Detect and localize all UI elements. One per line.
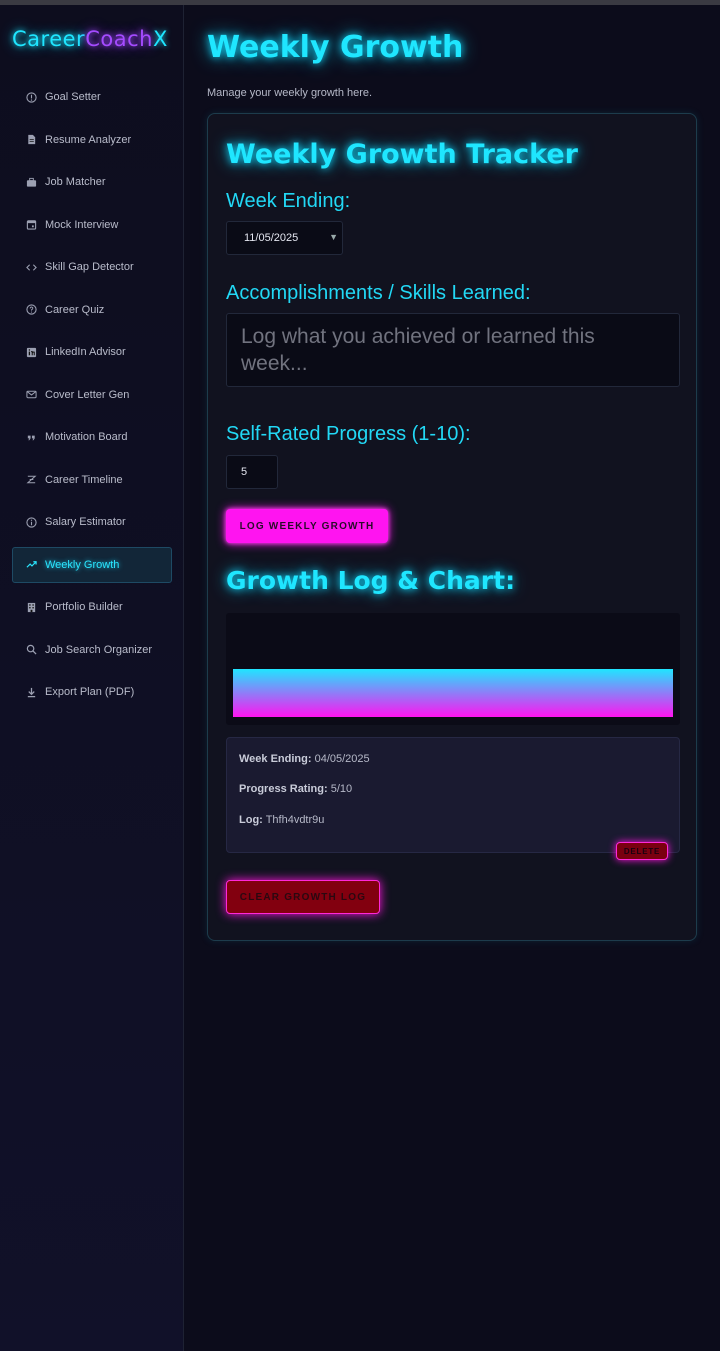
sidebar-item-goal-setter[interactable]: Goal Setter	[12, 79, 172, 115]
growth-entry: Week Ending: 04/05/2025 Progress Rating:…	[226, 737, 680, 853]
growth-log-title: Growth Log & Chart:	[226, 566, 516, 595]
sidebar-item-label: Job Search Organizer	[45, 643, 152, 656]
entry-week-label: Week Ending:	[239, 753, 312, 765]
entry-rating-value: 5/10	[330, 783, 353, 795]
sidebar-item-linkedin-advisor[interactable]: LinkedIn Advisor	[12, 334, 172, 370]
logo-part-coach: Coach	[85, 27, 153, 51]
sidebar-item-skill-gap-detector[interactable]: Skill Gap Detector	[12, 249, 172, 285]
accomplishments-textarea[interactable]: Log what you achieved or learned this we…	[226, 313, 680, 387]
sidebar-item-label: Portfolio Builder	[45, 601, 123, 613]
week-ending-label: Week Ending:	[226, 190, 351, 212]
sidebar-item-export-plan-pdf[interactable]: Export Plan (PDF)	[12, 674, 172, 710]
sidebar-item-label: Job Matcher	[45, 176, 106, 188]
chevron-down-icon: ▼	[329, 232, 338, 242]
sidebar-item-label: Salary Estimator	[45, 516, 126, 528]
sidebar-item-career-timeline[interactable]: Career Timeline	[12, 462, 172, 498]
weekly-growth-card: Weekly Growth Tracker Week Ending: 11/05…	[207, 113, 697, 941]
entry-log-label: Log:	[239, 814, 263, 826]
sidebar-item-motivation-board[interactable]: Motivation Board	[12, 419, 172, 455]
sidebar-item-label: Motivation Board	[45, 431, 128, 443]
sidebar-item-job-search-organizer[interactable]: Job Search Organizer	[12, 632, 172, 668]
sidebar-item-portfolio-builder[interactable]: Portfolio Builder	[12, 589, 172, 625]
sidebar-item-label: LinkedIn Advisor	[45, 346, 126, 358]
accomplishments-label: Accomplishments / Skills Learned:	[226, 282, 531, 304]
linkedin-icon	[25, 346, 37, 358]
sidebar: CareerCoachX Goal Setter Resume Analyzer J…	[0, 5, 184, 1351]
sidebar-item-mock-interview[interactable]: Mock Interview	[12, 207, 172, 243]
sidebar-item-resume-analyzer[interactable]: Resume Analyzer	[12, 122, 172, 158]
week-ending-value: 11/05/2025	[244, 232, 299, 244]
sidebar-item-salary-estimator[interactable]: Salary Estimator	[12, 504, 172, 540]
delete-entry-button[interactable]: DELETE	[616, 842, 668, 860]
sidebar-nav: Goal Setter Resume Analyzer Job Matcher Moc…	[12, 79, 172, 717]
sidebar-item-label: Career Timeline	[45, 473, 123, 486]
quote-icon	[25, 431, 37, 443]
sidebar-item-label: Weekly Growth	[45, 558, 120, 571]
entry-rating-label: Progress Rating:	[239, 783, 328, 795]
entry-log-value: Thfh4vdtr9u	[265, 814, 325, 826]
log-weekly-growth-button[interactable]: LOG WEEKLY GROWTH	[226, 509, 388, 543]
info-circle-icon	[25, 516, 37, 528]
download-icon	[25, 686, 37, 698]
tracker-title: Weekly Growth Tracker	[226, 139, 579, 170]
trending-up-icon	[25, 559, 37, 571]
growth-chart-svg	[233, 669, 673, 717]
search-icon	[25, 644, 37, 656]
sidebar-item-weekly-growth[interactable]: Weekly Growth	[12, 546, 172, 583]
sidebar-item-label: Mock Interview	[45, 218, 119, 231]
clear-growth-log-button[interactable]: CLEAR GROWTH LOG	[226, 880, 380, 914]
page-title: Weekly Growth	[207, 30, 464, 65]
alert-circle-icon	[25, 91, 37, 103]
sidebar-item-job-matcher[interactable]: Job Matcher	[12, 164, 172, 200]
page-subtitle: Manage your weekly growth here.	[207, 87, 373, 99]
entry-rating-line: Progress Rating: 5/10	[239, 783, 352, 795]
briefcase-icon	[25, 176, 37, 188]
sidebar-item-cover-letter-gen[interactable]: Cover Letter Gen	[12, 377, 172, 413]
sidebar-item-label: Resume Analyzer	[45, 133, 132, 146]
entry-week-line: Week Ending: 04/05/2025	[239, 753, 370, 765]
growth-chart	[226, 613, 680, 725]
chart-bar	[233, 669, 673, 717]
code-icon	[25, 261, 37, 273]
entry-log-line: Log: Thfh4vdtr9u	[239, 814, 324, 826]
sidebar-item-label: Skill Gap Detector	[45, 261, 134, 273]
week-ending-select[interactable]: 11/05/2025 ▼	[226, 221, 343, 255]
logo-part-x: X	[152, 27, 168, 51]
progress-label: Self-Rated Progress (1-10):	[226, 423, 471, 445]
entry-week-value: 04/05/2025	[314, 753, 370, 765]
sidebar-item-label: Cover Letter Gen	[45, 388, 130, 401]
file-icon	[25, 134, 37, 146]
sidebar-item-label: Export Plan (PDF)	[45, 686, 135, 698]
calendar-icon	[25, 219, 37, 231]
mail-icon	[25, 389, 37, 401]
logo-part-career: Career	[12, 27, 86, 51]
sidebar-item-label: Career Quiz	[45, 303, 105, 316]
building-icon	[25, 601, 37, 613]
app-logo[interactable]: CareerCoachX	[12, 27, 168, 51]
sidebar-item-career-quiz[interactable]: Career Quiz	[12, 292, 172, 328]
timeline-icon	[25, 474, 37, 486]
help-circle-icon	[25, 304, 37, 316]
sidebar-item-label: Goal Setter	[45, 91, 101, 103]
progress-input[interactable]: 5	[226, 455, 278, 489]
